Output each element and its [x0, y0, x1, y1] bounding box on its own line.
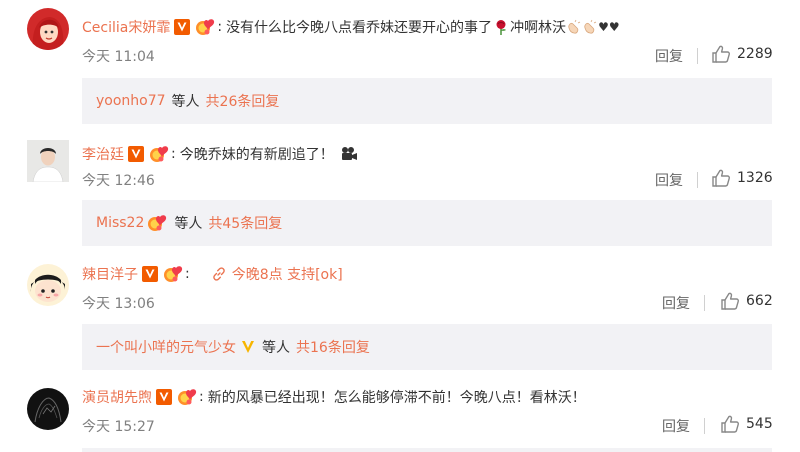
avatar[interactable]	[27, 264, 69, 306]
clap-icon	[584, 19, 597, 34]
sub-replies-box	[82, 448, 772, 452]
web-link[interactable]: 今晚8点 支持[ok]	[212, 264, 343, 284]
comment-header: 演员胡先煦 : 新的风暴已经出现！怎么能够停滞不前！今晚八点！看林沃！	[82, 387, 586, 407]
thumb-up-icon	[720, 414, 740, 434]
like-count: 2289	[737, 46, 773, 62]
rose-icon	[496, 20, 507, 35]
username-link[interactable]: 演员胡先煦	[82, 387, 152, 407]
sub-reply-etc: 等人	[262, 340, 290, 356]
divider	[704, 295, 705, 311]
sub-reply-etc: 等人	[171, 94, 200, 110]
thumb-up-icon	[711, 168, 731, 188]
avatar[interactable]	[27, 388, 69, 430]
v-badge-icon	[128, 146, 144, 162]
clap-icon	[568, 19, 581, 34]
colon: :	[199, 389, 204, 405]
sub-replies-box[interactable]: 一个叫小咩的元气少女 等人 共16条回复	[82, 324, 772, 370]
sub-replies-box[interactable]: Miss22 等人 共45条回复	[82, 200, 772, 246]
sub-reply-etc: 等人	[174, 216, 203, 232]
like-button[interactable]: 545	[720, 414, 773, 434]
v-badge-icon	[156, 389, 172, 405]
comment-time: 今天 12:46	[82, 173, 155, 189]
v-badge-icon	[142, 266, 158, 282]
reply-button[interactable]: 回复	[662, 416, 690, 436]
medal-icon	[194, 18, 216, 36]
username-link[interactable]: 辣目洋子	[82, 264, 138, 284]
like-count: 662	[746, 293, 773, 309]
comment-time: 今天 13:06	[82, 296, 155, 312]
sub-replies-box[interactable]: yoonho77 等人 共26条回复	[82, 78, 772, 124]
colon: :	[171, 146, 176, 162]
comment-header: Cecilia宋妍霏 : 没有什么比今晚八点看乔妹还要开心的事了 冲啊林沃 ♥♥	[82, 17, 620, 37]
comment-text: 新的风暴已经出现！怎么能够停滞不前！今晚八点！看林沃！	[207, 390, 586, 406]
thumb-up-icon	[711, 44, 731, 64]
like-button[interactable]: 2289	[711, 44, 773, 64]
comment-header: 李治廷 : 今晚乔妹的有新剧追了！	[82, 144, 358, 164]
comment-header: 辣目洋子 : 今晚8点 支持[ok]	[82, 264, 343, 284]
like-count: 1326	[737, 170, 773, 186]
v-badge-icon	[240, 339, 256, 355]
like-count: 545	[746, 416, 773, 432]
like-button[interactable]: 662	[720, 291, 773, 311]
comment-text: 今晚乔妹的有新剧追了！	[179, 147, 334, 163]
comment-time: 今天 15:27	[82, 419, 155, 435]
reply-button[interactable]: 回复	[662, 293, 690, 313]
link-icon	[212, 267, 225, 281]
username-link[interactable]: 李治廷	[82, 144, 124, 164]
reply-button[interactable]: 回复	[655, 170, 683, 190]
username-link[interactable]: Cecilia宋妍霏	[82, 17, 170, 37]
sub-reply-count[interactable]: 共45条回复	[208, 213, 282, 233]
divider	[697, 172, 698, 188]
sub-reply-user[interactable]: Miss22	[96, 215, 144, 231]
reply-button[interactable]: 回复	[655, 46, 683, 66]
sub-reply-count[interactable]: 共26条回复	[206, 91, 280, 111]
divider	[697, 48, 698, 64]
link-text[interactable]: 今晚8点 支持[ok]	[232, 264, 343, 284]
medal-icon	[176, 388, 198, 406]
sub-reply-count[interactable]: 共16条回复	[296, 337, 370, 357]
sub-reply-user[interactable]: yoonho77	[96, 93, 166, 109]
medal-icon	[162, 265, 184, 283]
v-badge-icon	[174, 19, 190, 35]
colon: :	[217, 19, 223, 35]
hearts: ♥♥	[598, 20, 620, 34]
avatar[interactable]	[27, 140, 69, 182]
divider	[704, 418, 705, 434]
camera-icon	[341, 147, 357, 160]
sub-reply-user[interactable]: 一个叫小咩的元气少女	[96, 337, 236, 357]
comment-text: 没有什么比今晚八点看乔妹还要开心的事了	[226, 20, 493, 36]
like-button[interactable]: 1326	[711, 168, 773, 188]
medal-icon	[148, 145, 170, 163]
thumb-up-icon	[720, 291, 740, 311]
avatar[interactable]	[27, 8, 69, 50]
comment-text-suffix: 冲啊林沃	[510, 20, 567, 36]
medal-icon	[146, 214, 168, 232]
comment-time: 今天 11:04	[82, 49, 155, 65]
colon: :	[185, 266, 190, 282]
